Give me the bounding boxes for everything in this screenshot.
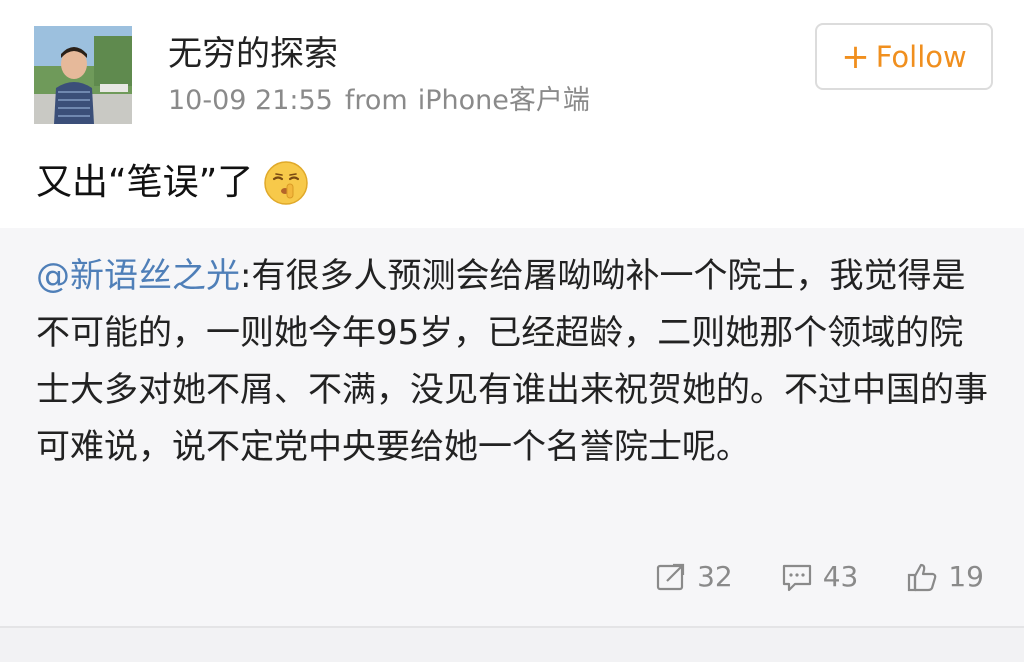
follow-button[interactable]: + Follow	[815, 23, 993, 90]
author-name[interactable]: 无穷的探索	[168, 34, 338, 74]
comment-icon	[782, 564, 811, 591]
retweet-text: @新语丝之光:有很多人预测会给屠呦呦补一个院士，我觉得是不可能的，一则她今年95…	[36, 248, 996, 476]
thumbs-up-icon	[908, 563, 937, 591]
weibo-post: 无穷的探索 10-09 21:55 from iPhone客户端 + Follow …	[0, 0, 1024, 662]
timestamp: 10-09 21:55	[168, 85, 333, 116]
like-button[interactable]: 19	[906, 560, 984, 593]
plus-icon: +	[841, 36, 870, 77]
repost-button[interactable]: 32	[655, 560, 733, 593]
shush-face-emoji-icon	[263, 160, 309, 206]
mention-link[interactable]: @新语丝之光	[36, 256, 240, 296]
source-client[interactable]: iPhone客户端	[418, 85, 590, 116]
post-body: 又出“笔误”了	[36, 160, 309, 206]
avatar[interactable]	[34, 26, 132, 124]
repost-icon	[656, 563, 685, 590]
comment-button[interactable]: 43	[781, 560, 859, 593]
child-portrait-avatar-icon	[34, 26, 132, 124]
post-text: 又出“笔误”了	[36, 162, 254, 203]
follow-label: Follow	[875, 39, 967, 74]
from-label: from	[344, 85, 408, 116]
like-count: 19	[948, 560, 984, 593]
next-post-gap	[0, 628, 1024, 662]
action-bar: 32 43 19	[607, 560, 984, 593]
post-meta: 10-09 21:55 from iPhone客户端	[168, 84, 590, 118]
repost-count: 32	[697, 560, 733, 593]
retweet-box[interactable]: @新语丝之光:有很多人预测会给屠呦呦补一个院士，我觉得是不可能的，一则她今年95…	[0, 228, 1024, 626]
comment-count: 43	[822, 560, 859, 593]
